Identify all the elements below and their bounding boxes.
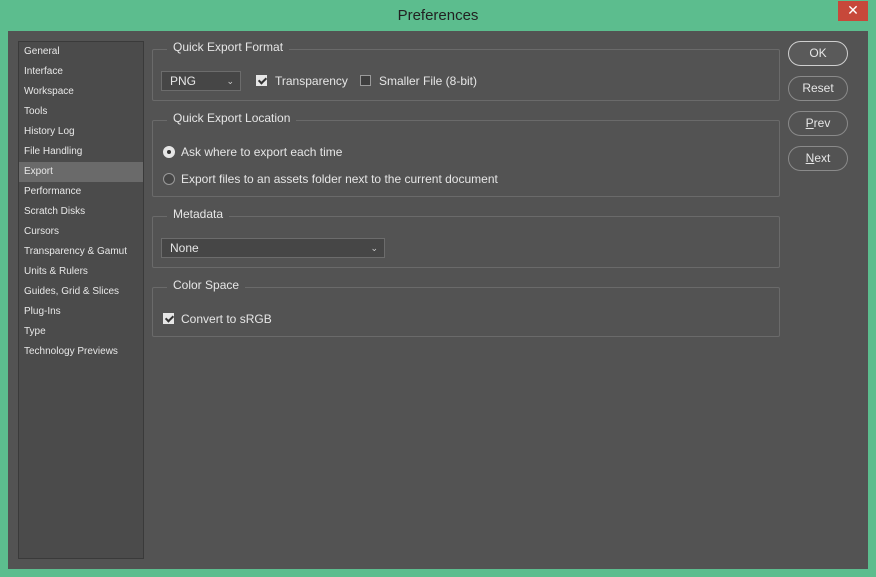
close-button[interactable]: ✕ (838, 1, 868, 21)
prev-button[interactable]: Prev (788, 111, 848, 136)
chevron-down-icon: ⌄ (370, 243, 378, 253)
ask-each-time-radio[interactable] (163, 146, 175, 158)
sidebar-item-workspace[interactable]: Workspace (19, 82, 143, 102)
sidebar-item-interface[interactable]: Interface (19, 62, 143, 82)
ask-each-time-label: Ask where to export each time (181, 145, 343, 159)
transparency-checkbox[interactable] (256, 75, 267, 86)
sidebar-item-file-handling[interactable]: File Handling (19, 142, 143, 162)
quick-export-format-group: Quick Export Format PNG ⌄ Transparency S… (152, 40, 780, 101)
close-icon: ✕ (847, 3, 859, 19)
preferences-window: Preferences ✕ General Interface Workspace T… (0, 0, 876, 577)
color-space-group: Color Space Convert to sRGB (152, 278, 780, 337)
dialog-client-area: General Interface Workspace Tools History Lo… (8, 31, 868, 569)
color-space-label: Color Space (167, 278, 246, 292)
sidebar-item-history-log[interactable]: History Log (19, 122, 143, 142)
sidebar-item-performance[interactable]: Performance (19, 182, 143, 202)
sidebar-item-technology-previews[interactable]: Technology Previews (19, 342, 143, 362)
sidebar-list: General Interface Workspace Tools History Lo… (19, 42, 143, 362)
sidebar-item-guides-grid-slices[interactable]: Guides, Grid & Slices (19, 282, 143, 302)
title-bar[interactable]: Preferences ✕ (0, 0, 876, 31)
sidebar-item-export[interactable]: Export (19, 162, 143, 182)
assets-folder-label: Export files to an assets folder next to… (181, 172, 498, 186)
window-title: Preferences (397, 7, 479, 24)
metadata-group: Metadata None ⌄ (152, 207, 780, 268)
metadata-select[interactable]: None ⌄ (161, 238, 385, 258)
quick-export-location-group: Quick Export Location Ask where to expor… (152, 111, 780, 197)
sidebar-item-general[interactable]: General (19, 42, 143, 62)
chevron-down-icon: ⌄ (226, 76, 234, 86)
smaller-file-checkbox[interactable] (360, 75, 371, 86)
sidebar-item-scratch-disks[interactable]: Scratch Disks (19, 202, 143, 222)
sidebar-item-units-rulers[interactable]: Units & Rulers (19, 262, 143, 282)
convert-srgb-label: Convert to sRGB (181, 312, 272, 326)
sidebar-item-plug-ins[interactable]: Plug-Ins (19, 302, 143, 322)
quick-export-location-label: Quick Export Location (167, 111, 297, 125)
ok-button[interactable]: OK (788, 41, 848, 66)
reset-button[interactable]: Reset (788, 76, 848, 101)
sidebar-item-tools[interactable]: Tools (19, 102, 143, 122)
metadata-label: Metadata (167, 207, 230, 221)
next-button[interactable]: Next (788, 146, 848, 171)
preferences-sidebar: General Interface Workspace Tools History Lo… (18, 41, 144, 559)
smaller-file-label: Smaller File (8-bit) (379, 74, 478, 88)
quick-export-format-label: Quick Export Format (167, 40, 290, 54)
format-select[interactable]: PNG ⌄ (161, 71, 241, 91)
transparency-label: Transparency (275, 74, 348, 88)
assets-folder-radio[interactable] (163, 173, 175, 185)
sidebar-item-type[interactable]: Type (19, 322, 143, 342)
sidebar-item-transparency-gamut[interactable]: Transparency & Gamut (19, 242, 143, 262)
convert-srgb-checkbox[interactable] (163, 313, 174, 324)
format-select-value: PNG (170, 74, 197, 88)
sidebar-item-cursors[interactable]: Cursors (19, 222, 143, 242)
metadata-select-value: None (170, 241, 199, 255)
